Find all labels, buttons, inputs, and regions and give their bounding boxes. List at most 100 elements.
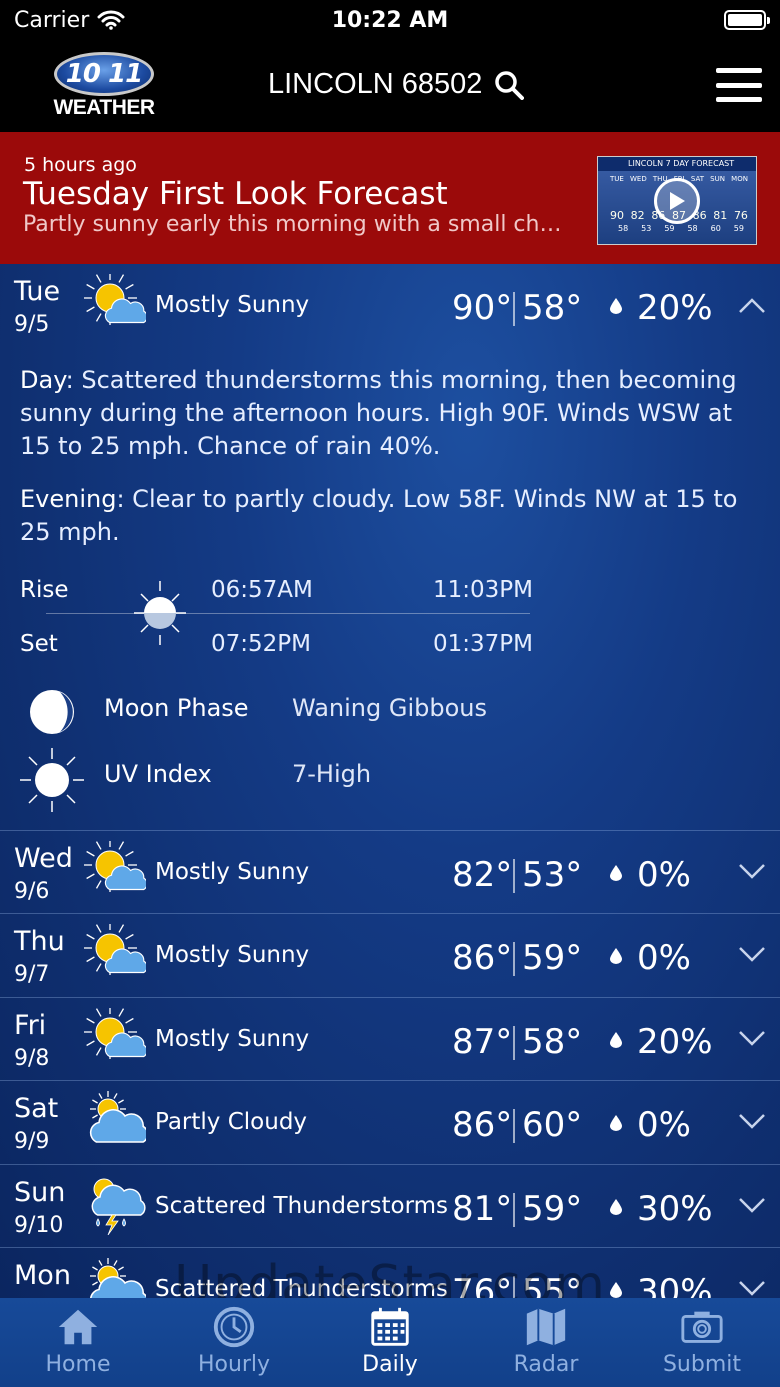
- thumb-cell: 59: [664, 224, 675, 233]
- banner-subtitle: Partly sunny early this morning with a s…: [23, 212, 573, 237]
- tab-submit[interactable]: Submit: [624, 1298, 780, 1387]
- daily-forecast-list[interactable]: Tue 9/5 Mostly Sunny 90° 58° 20% Day: Scatter…: [0, 264, 780, 1298]
- condition-text: Mostly Sunny: [155, 859, 310, 885]
- precip-chance: 30%: [637, 1272, 713, 1298]
- thumb-cell: SAT: [690, 175, 704, 183]
- tab-label: Radar: [513, 1352, 579, 1377]
- raindrop-icon: [610, 865, 622, 881]
- day-row-thu[interactable]: Thu 9/7 Mostly Sunny 86° 59° 0%: [0, 913, 780, 996]
- camera-icon: [681, 1311, 723, 1343]
- thumb-cell: 58: [687, 224, 698, 233]
- bottom-tab-bar: Home Hourly Daily Radar Submit: [0, 1298, 780, 1387]
- rise-label: Rise: [20, 577, 69, 603]
- expand-chevron-icon[interactable]: [738, 1280, 766, 1298]
- partly-cloudy-icon: [90, 1258, 146, 1298]
- day-row-sun[interactable]: Sun 9/10 Scattered Thunderstorms 81° 59° 30%: [0, 1164, 780, 1247]
- sun-horizon-icon: [134, 581, 186, 645]
- high-temp: 76°: [452, 1272, 513, 1298]
- day-date: 9/7: [14, 962, 50, 987]
- temp-divider: [513, 859, 515, 893]
- day-name: Sun: [14, 1177, 66, 1208]
- day-row-tue[interactable]: Tue 9/5 Mostly Sunny 90° 58° 20%: [0, 264, 780, 347]
- expand-chevron-icon[interactable]: [738, 1197, 766, 1215]
- mostly-sunny-icon: [84, 841, 146, 892]
- temp-divider: [513, 1109, 515, 1143]
- expand-chevron-icon[interactable]: [738, 946, 766, 964]
- raindrop-icon: [610, 1282, 622, 1298]
- day-row-mon[interactable]: Mon Scattered Thunderstorms 76° 55° 30%: [0, 1247, 780, 1298]
- raindrop-icon: [610, 298, 622, 314]
- precip-chance: 20%: [637, 1022, 713, 1062]
- low-temp: 58°: [522, 288, 583, 328]
- partly-cloudy-icon: [89, 1091, 146, 1143]
- day-row-fri[interactable]: Fri 9/8 Mostly Sunny 87° 58° 20%: [0, 997, 780, 1080]
- moonrise-time: 11:03PM: [433, 577, 533, 603]
- mostly-sunny-icon: [84, 274, 146, 325]
- station-logo[interactable]: 10 11 WEATHER: [48, 52, 160, 122]
- low-temp: 59°: [522, 1189, 583, 1229]
- precip-chance: 20%: [637, 288, 713, 328]
- moonset-time: 01:37PM: [433, 631, 533, 657]
- condition-text: Mostly Sunny: [155, 1026, 310, 1052]
- logo-word: WEATHER: [53, 96, 155, 119]
- low-temp: 55°: [522, 1272, 583, 1298]
- raindrop-icon: [610, 1032, 622, 1048]
- day-date: 9/10: [14, 1213, 64, 1238]
- tab-radar[interactable]: Radar: [468, 1298, 624, 1387]
- tab-daily[interactable]: Daily: [312, 1298, 468, 1387]
- condition-text: Mostly Sunny: [155, 292, 310, 318]
- evening-forecast-text: Evening: Clear to partly cloudy. Low 58F…: [20, 485, 738, 546]
- temp-divider: [513, 1193, 515, 1227]
- expand-chevron-icon[interactable]: [738, 1113, 766, 1131]
- banner-time-ago: 5 hours ago: [24, 154, 137, 176]
- video-thumbnail[interactable]: LINCOLN 7 DAY FORECAST TUE WED THU FRI SAT SU…: [597, 156, 757, 245]
- thunderstorm-icon: [91, 1178, 146, 1235]
- low-temp: 59°: [522, 938, 583, 978]
- thumb-cell: WED: [630, 175, 647, 183]
- status-bar: Carrier 10:22 AM: [0, 0, 780, 40]
- low-temp: 60°: [522, 1105, 583, 1145]
- temp-divider: [513, 1276, 515, 1298]
- tab-home[interactable]: Home: [0, 1298, 156, 1387]
- location-selector[interactable]: LINCOLN 68502: [268, 68, 525, 101]
- day-row-wed[interactable]: Wed 9/6 Mostly Sunny 82° 53° 0%: [0, 830, 780, 913]
- calendar-icon: [371, 1307, 409, 1346]
- temp-divider: [513, 942, 515, 976]
- uv-sun-icon: [20, 748, 84, 812]
- thumb-cell: 90: [610, 209, 624, 222]
- day-date: 9/9: [14, 1129, 50, 1154]
- expand-chevron-icon[interactable]: [738, 1030, 766, 1048]
- moon-phase-value: Waning Gibbous: [292, 694, 487, 722]
- mostly-sunny-icon: [84, 1008, 146, 1059]
- high-temp: 81°: [452, 1189, 513, 1229]
- uv-index-value: 7-High: [292, 760, 372, 788]
- app-header: 10 11 WEATHER LINCOLN 68502: [0, 40, 780, 132]
- thumb-cell: 81: [713, 209, 728, 222]
- day-name: Wed: [14, 843, 73, 874]
- day-name: Thu: [14, 926, 65, 957]
- condition-text: Scattered Thunderstorms: [155, 1193, 449, 1219]
- day-label: Day: [20, 366, 66, 394]
- tab-label: Daily: [362, 1352, 418, 1377]
- wifi-icon: [97, 10, 125, 30]
- thumb-cell: SUN: [710, 175, 725, 183]
- set-label: Set: [20, 631, 58, 657]
- logo-number: 10 11: [54, 52, 154, 96]
- moon-phase-icon: [30, 690, 74, 734]
- collapse-chevron-icon[interactable]: [738, 296, 766, 314]
- search-icon[interactable]: [494, 70, 525, 100]
- low-temp: 58°: [522, 1022, 583, 1062]
- uv-index-label: UV Index: [104, 760, 212, 788]
- evening-label: Evening: [20, 485, 117, 513]
- day-detail: Day: Scattered thunderstorms this mornin…: [20, 364, 760, 569]
- clock-icon: [213, 1306, 255, 1348]
- tab-label: Submit: [662, 1352, 742, 1377]
- tab-hourly[interactable]: Hourly: [156, 1298, 312, 1387]
- hamburger-menu-icon[interactable]: [716, 68, 762, 102]
- battery-icon: [724, 10, 770, 30]
- day-row-sat[interactable]: Sat 9/9 Partly Cloudy 86° 60° 0%: [0, 1080, 780, 1163]
- thumb-cell: MON: [731, 175, 748, 183]
- raindrop-icon: [610, 948, 622, 964]
- play-icon[interactable]: [654, 178, 700, 224]
- expand-chevron-icon[interactable]: [738, 863, 766, 881]
